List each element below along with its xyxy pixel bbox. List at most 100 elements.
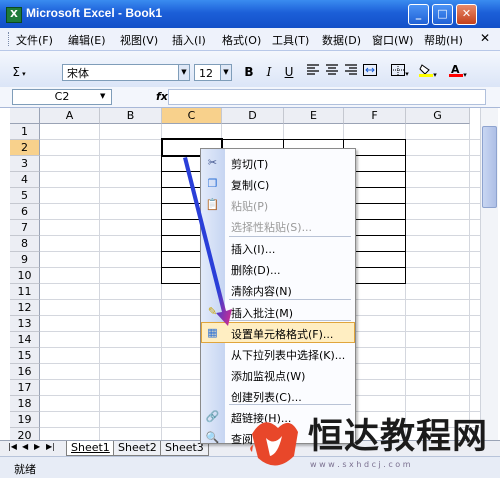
menu-view[interactable]: 视图(V) (120, 32, 158, 48)
context-menu-item-label: 添加监视点(W) (231, 370, 306, 383)
column-header-c[interactable]: C (162, 108, 222, 124)
first-sheet-icon[interactable]: |◀ (8, 442, 17, 451)
borders-button[interactable]: ▾ (388, 63, 412, 81)
fill-color-button[interactable]: ▾ (416, 63, 440, 81)
format-cells-icon: ▦ (207, 326, 218, 339)
document-close-icon[interactable]: ✕ (480, 31, 490, 45)
last-sheet-icon[interactable]: ▶| (46, 442, 55, 451)
context-menu-item-label: 剪切(T) (231, 158, 269, 171)
menu-insert[interactable]: 插入(I) (172, 32, 206, 48)
chevron-down-icon[interactable]: ▼ (100, 92, 105, 100)
row-header-18[interactable]: 18 (10, 396, 40, 412)
row-header-9[interactable]: 9 (10, 252, 40, 268)
column-header-e[interactable]: E (284, 108, 344, 124)
font-color-button[interactable]: A ▾ (446, 63, 470, 81)
context-menu-item: 📋 粘贴(P) (201, 194, 355, 215)
context-menu-item-label: 创建列表(C)... (231, 391, 302, 404)
autosum-button[interactable]: Σ ▾ (6, 63, 32, 81)
context-menu-item[interactable]: 插入(I)... (201, 237, 355, 258)
close-button[interactable]: ✕ (456, 4, 477, 25)
select-all-corner[interactable] (10, 108, 40, 124)
align-center-button[interactable] (323, 63, 341, 81)
context-menu-item-label: 设置单元格格式(F)... (231, 328, 334, 341)
row-header-3[interactable]: 3 (10, 156, 40, 172)
context-menu-item[interactable]: 清除内容(N) (201, 279, 355, 300)
context-menu-item[interactable]: 添加监视点(W) (201, 364, 355, 385)
context-menu-item[interactable]: ✂ 剪切(T) (201, 152, 355, 173)
align-right-button[interactable] (342, 63, 360, 81)
merge-center-button[interactable] (361, 63, 379, 81)
italic-button[interactable]: I (260, 63, 278, 81)
font-color-icon: A (449, 63, 464, 77)
tab-sheet1[interactable]: Sheet1 (66, 441, 115, 456)
minimize-button[interactable]: _ (408, 4, 429, 25)
watermark-brand: 恒达教程网 (308, 417, 489, 457)
name-box[interactable]: C2 (12, 89, 112, 105)
column-header-d[interactable]: D (222, 108, 284, 124)
row-header-4[interactable]: 4 (10, 172, 40, 188)
watermark: 恒达教程网 w w w . s x h d c j . c o m (248, 412, 500, 477)
underline-button[interactable]: U (280, 63, 298, 81)
menu-grip[interactable] (8, 32, 13, 46)
align-left-icon (307, 64, 319, 75)
chevron-down-icon[interactable]: ▼ (220, 65, 231, 80)
menu-window[interactable]: 窗口(W) (372, 32, 413, 48)
row-header-7[interactable]: 7 (10, 220, 40, 236)
align-left-button[interactable] (304, 63, 322, 81)
row-header-5[interactable]: 5 (10, 188, 40, 204)
fx-icon[interactable]: fx (156, 90, 168, 103)
font-size-dropdown[interactable]: 12 ▼ (194, 64, 232, 81)
paste-icon: 📋 (205, 198, 220, 211)
row-header-17[interactable]: 17 (10, 380, 40, 396)
table-border-line (405, 139, 406, 284)
context-menu-item[interactable]: 创建列表(C)... (201, 385, 355, 406)
context-menu-item-label: 选择性粘贴(S)... (231, 221, 313, 234)
scroll-thumb[interactable] (482, 126, 497, 208)
column-header-a[interactable]: A (40, 108, 100, 124)
menu-help[interactable]: 帮助(H) (424, 32, 463, 48)
context-menu-item[interactable]: ✎ 插入批注(M) (201, 301, 355, 322)
column-header-b[interactable]: B (100, 108, 162, 124)
bold-button[interactable]: B (240, 63, 258, 81)
fill-color-swatch (419, 74, 434, 77)
row-header-12[interactable]: 12 (10, 300, 40, 316)
research-icon: 🔍 (205, 431, 220, 444)
context-menu-item[interactable]: 从下拉列表中选择(K)... (201, 343, 355, 364)
row-header-6[interactable]: 6 (10, 204, 40, 220)
row-header-14[interactable]: 14 (10, 332, 40, 348)
row-header-13[interactable]: 13 (10, 316, 40, 332)
row-header-10[interactable]: 10 (10, 268, 40, 284)
column-header-g[interactable]: G (406, 108, 470, 124)
menu-file[interactable]: 文件(F) (16, 32, 53, 48)
formula-input[interactable] (168, 89, 486, 105)
maximize-button[interactable]: □ (432, 4, 453, 25)
font-name-dropdown[interactable]: 宋体 ▼ (62, 64, 190, 81)
column-header-f[interactable]: F (344, 108, 406, 124)
context-menu-item[interactable]: 删除(D)... (201, 258, 355, 279)
context-menu-item[interactable]: ❐ 复制(C) (201, 173, 355, 194)
row-header-19[interactable]: 19 (10, 412, 40, 428)
hyperlink-icon: 🔗 (205, 410, 220, 423)
row-header-8[interactable]: 8 (10, 236, 40, 252)
watermark-url: w w w . s x h d c j . c o m (310, 460, 411, 469)
row-header-2[interactable]: 2 (10, 140, 40, 156)
tab-sheet2[interactable]: Sheet2 (113, 441, 162, 456)
title-bar: X Microsoft Excel - Book1 _ □ ✕ (0, 0, 500, 28)
status-text: 就绪 (14, 463, 36, 476)
merge-center-icon (363, 64, 377, 76)
row-header-16[interactable]: 16 (10, 364, 40, 380)
context-menu-item-label: 复制(C) (231, 179, 270, 192)
context-menu-item[interactable]: ▦ 设置单元格格式(F)... (201, 322, 355, 343)
menu-tools[interactable]: 工具(T) (272, 32, 309, 48)
menu-data[interactable]: 数据(D) (322, 32, 361, 48)
next-sheet-icon[interactable]: ▶ (34, 442, 40, 451)
row-header-11[interactable]: 11 (10, 284, 40, 300)
row-header-1[interactable]: 1 (10, 124, 40, 140)
menu-separator (229, 299, 351, 300)
chevron-down-icon[interactable]: ▼ (178, 65, 189, 80)
prev-sheet-icon[interactable]: ◀ (22, 442, 28, 451)
menu-format[interactable]: 格式(O) (222, 32, 261, 48)
excel-app-icon[interactable]: X (6, 7, 22, 23)
menu-edit[interactable]: 编辑(E) (68, 32, 106, 48)
row-header-15[interactable]: 15 (10, 348, 40, 364)
